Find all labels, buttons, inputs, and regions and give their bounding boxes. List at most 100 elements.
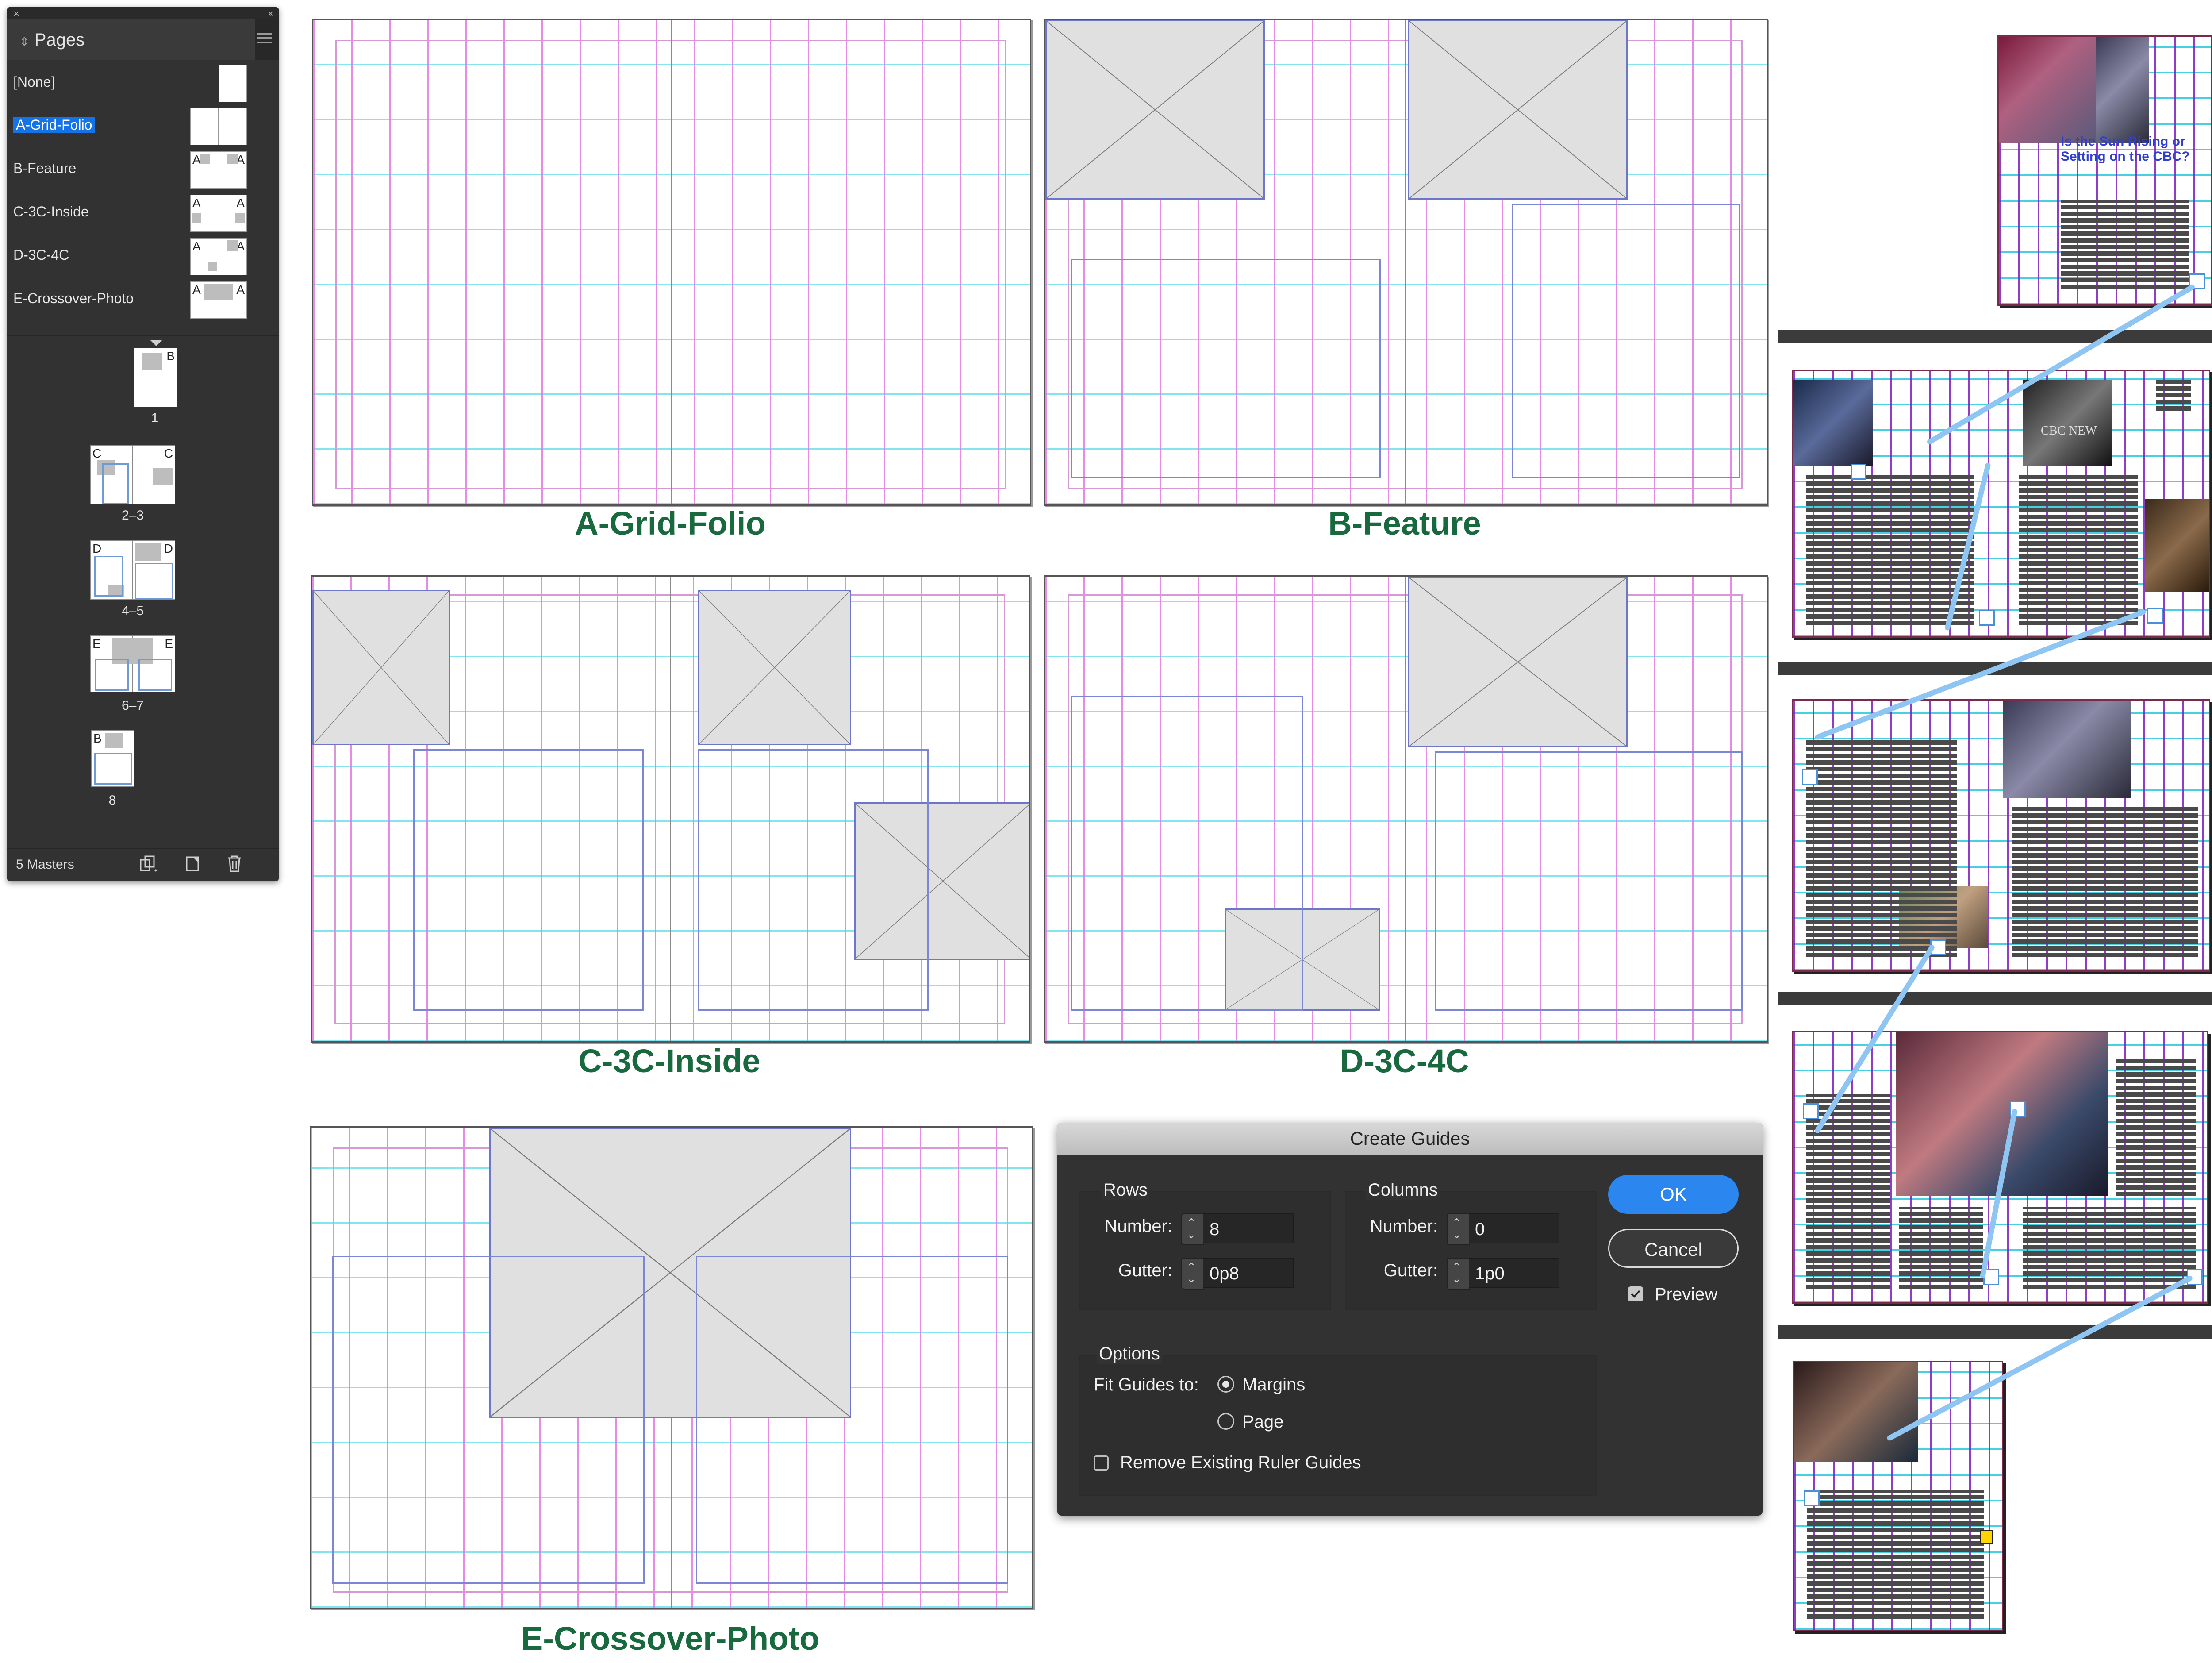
rows-number-label: Number: bbox=[1104, 1216, 1172, 1236]
spread-title: C-3C-Inside bbox=[578, 1043, 760, 1079]
master-letter: A bbox=[192, 239, 201, 253]
columns-gutter-label: Gutter: bbox=[1383, 1261, 1438, 1280]
collapse-icon[interactable]: ‹‹ bbox=[268, 7, 273, 19]
text-frame[interactable] bbox=[332, 1256, 645, 1584]
preview-checkbox[interactable] bbox=[1628, 1286, 1643, 1301]
tab-arrows-icon: ⇕ bbox=[19, 35, 29, 48]
image-placeholder[interactable] bbox=[698, 590, 851, 745]
rows-number-stepper[interactable]: ⌃ ⌄ bbox=[1181, 1213, 1204, 1245]
preview-spread-2-3: CBC NEW bbox=[1792, 370, 2210, 638]
options-group-title: Options bbox=[1097, 1344, 1162, 1364]
remove-guides-checkbox[interactable] bbox=[1094, 1455, 1109, 1471]
columns-group-title: Columns bbox=[1366, 1180, 1440, 1200]
cancel-button[interactable]: Cancel bbox=[1608, 1229, 1739, 1268]
spread-title: D-3C-4C bbox=[1340, 1043, 1469, 1079]
image-placeholder[interactable] bbox=[1045, 20, 1265, 200]
master-letter: A bbox=[192, 196, 201, 210]
spread-b-feature[interactable] bbox=[1044, 19, 1768, 506]
columns-group bbox=[1345, 1191, 1597, 1310]
master-thumbnail: A A bbox=[190, 195, 247, 232]
columns-gutter-input[interactable]: 1p0 bbox=[1469, 1258, 1559, 1288]
preview-label: Preview bbox=[1655, 1285, 1718, 1304]
text-frame[interactable] bbox=[1435, 751, 1743, 1011]
spread-d-3c-4c[interactable] bbox=[1044, 575, 1768, 1043]
master-letter: A bbox=[236, 239, 245, 253]
text-frame[interactable] bbox=[696, 1256, 1008, 1584]
preview-photo-caption: CBC NEW bbox=[2041, 424, 2097, 438]
page-thumbnail-1[interactable]: B bbox=[134, 348, 177, 407]
master-label: B-Feature bbox=[13, 160, 77, 176]
master-item-d-3c-4c[interactable]: D-3C-4C A A bbox=[7, 235, 279, 278]
text-frame[interactable] bbox=[1512, 204, 1740, 478]
preview-page-8 bbox=[1793, 1361, 2003, 1631]
rows-gutter-label: Gutter: bbox=[1118, 1261, 1172, 1280]
remove-guides-label: Remove Existing Ruler Guides bbox=[1120, 1453, 1361, 1472]
page-master-letter: B bbox=[93, 731, 102, 745]
rows-gutter-stepper[interactable]: ⌃ ⌄ bbox=[1181, 1258, 1204, 1290]
tab-pages[interactable]: ⇕ Pages bbox=[7, 19, 255, 60]
rows-gutter-input[interactable]: 0p8 bbox=[1203, 1258, 1294, 1288]
image-placeholder[interactable] bbox=[312, 590, 450, 745]
columns-gutter-stepper[interactable]: ⌃ ⌄ bbox=[1447, 1258, 1470, 1290]
spread-title: E-Crossover-Photo bbox=[521, 1620, 820, 1657]
image-placeholder[interactable] bbox=[1408, 577, 1628, 747]
columns-number-label: Number: bbox=[1370, 1216, 1438, 1236]
page-number: 2–3 bbox=[121, 508, 144, 523]
master-item-none[interactable]: [None] bbox=[7, 62, 279, 105]
page-radio[interactable] bbox=[1217, 1413, 1234, 1430]
master-letter: A bbox=[192, 283, 201, 296]
spread-title: B-Feature bbox=[1328, 505, 1481, 542]
page-thumbnail-6-7[interactable]: E E bbox=[90, 635, 175, 692]
ok-button[interactable]: OK bbox=[1608, 1175, 1739, 1214]
panel-divider bbox=[7, 335, 279, 336]
edit-page-size-icon[interactable] bbox=[138, 854, 157, 873]
masters-count: 5 Masters bbox=[16, 857, 74, 872]
master-item-e-crossover-photo[interactable]: E-Crossover-Photo A A bbox=[7, 279, 279, 321]
page-master-letter: C bbox=[92, 447, 102, 460]
page-master-letter: D bbox=[92, 542, 102, 555]
margins-radio[interactable] bbox=[1217, 1376, 1234, 1393]
rows-number-input[interactable]: 8 bbox=[1203, 1213, 1294, 1243]
spread-a-grid-folio[interactable] bbox=[312, 19, 1031, 506]
master-letter: A bbox=[236, 153, 245, 166]
page-thumbnail-8[interactable]: B bbox=[91, 730, 134, 787]
master-label: A-Grid-Folio bbox=[13, 117, 95, 133]
page-master-letter: B bbox=[166, 349, 175, 363]
master-thumbnail: A A bbox=[190, 151, 247, 189]
text-frame[interactable] bbox=[1071, 259, 1381, 478]
master-item-c-3c-inside[interactable]: C-3C-Inside A A bbox=[7, 192, 279, 235]
text-frame[interactable] bbox=[413, 749, 644, 1011]
close-icon[interactable]: × bbox=[13, 8, 19, 20]
columns-number-input[interactable]: 0 bbox=[1469, 1213, 1559, 1243]
panel-tab-bar: ⇕ Pages bbox=[7, 19, 279, 60]
master-thumbnail: A A bbox=[190, 238, 247, 275]
page-thumbnail-4-5[interactable]: D D bbox=[90, 540, 175, 600]
spread-e-crossover-photo[interactable] bbox=[310, 1126, 1033, 1609]
current-page-marker-icon bbox=[150, 340, 162, 346]
page-master-letter: D bbox=[164, 542, 173, 555]
spread-c-3c-inside[interactable] bbox=[311, 575, 1030, 1043]
page-number: 6–7 bbox=[121, 698, 144, 713]
new-page-icon[interactable] bbox=[183, 854, 203, 873]
master-item-b-feature[interactable]: B-Feature A A bbox=[7, 149, 279, 191]
page-master-letter: E bbox=[92, 637, 101, 651]
margins-label: Margins bbox=[1242, 1375, 1306, 1394]
page-number: 4–5 bbox=[121, 604, 144, 618]
pages-panel: × ‹‹ ⇕ Pages [None] A-Grid-Folio B-Featur… bbox=[7, 7, 279, 881]
master-item-a-grid-folio[interactable]: A-Grid-Folio bbox=[7, 105, 279, 148]
page-master-letter: C bbox=[164, 447, 173, 460]
tab-pages-label: Pages bbox=[34, 30, 85, 50]
trash-icon[interactable] bbox=[225, 854, 244, 873]
columns-number-stepper[interactable]: ⌃ ⌄ bbox=[1447, 1213, 1470, 1245]
spread-title: A-Grid-Folio bbox=[575, 505, 766, 542]
image-placeholder[interactable] bbox=[1408, 20, 1628, 200]
rows-group-title: Rows bbox=[1102, 1180, 1150, 1200]
text-frame[interactable] bbox=[698, 749, 929, 1011]
separator-bar bbox=[1778, 992, 2212, 1005]
page-label: Page bbox=[1242, 1412, 1284, 1432]
master-letter: A bbox=[236, 283, 245, 296]
panel-menu-icon[interactable] bbox=[257, 33, 272, 46]
text-frame[interactable] bbox=[1071, 696, 1303, 1011]
master-label: [None] bbox=[13, 74, 55, 90]
page-thumbnail-2-3[interactable]: C C bbox=[90, 445, 175, 504]
